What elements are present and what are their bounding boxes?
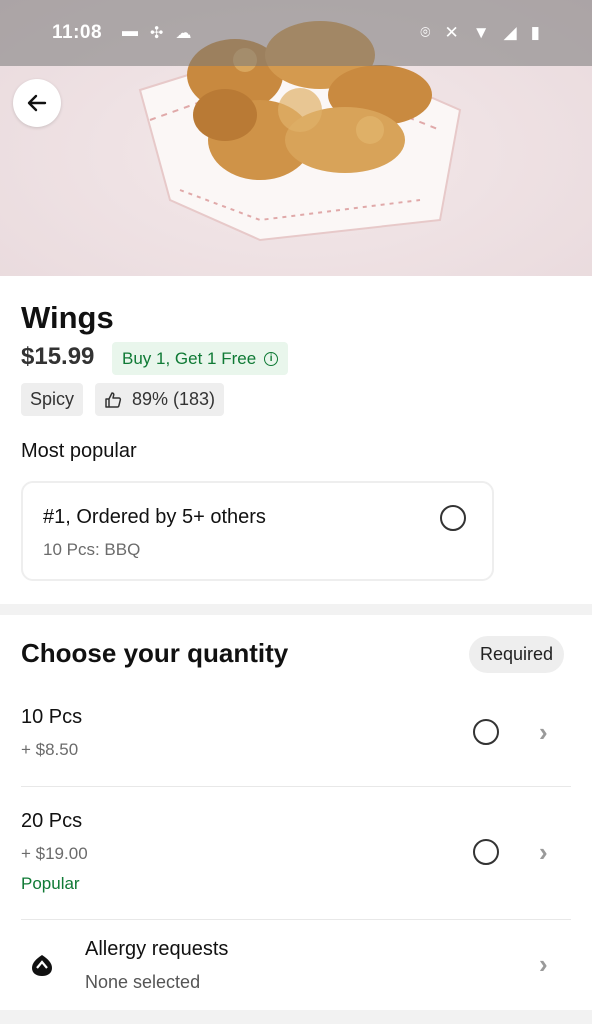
option-price: + $19.00: [21, 844, 88, 863]
popular-card-title: #1, Ordered by 5+ others: [43, 506, 266, 528]
allergy-icon: [32, 955, 52, 976]
tag-spicy-label: Spicy: [30, 389, 75, 409]
item-price: $15.99: [21, 343, 95, 370]
quantity-title: Choose your quantity: [21, 638, 289, 668]
quantity-option-10[interactable]: 10 Pcs + $8.50 ›: [21, 704, 571, 784]
wifi-icon: ▼: [472, 23, 490, 42]
chevron-right-icon[interactable]: ›: [539, 717, 548, 748]
chevron-right-icon[interactable]: ›: [539, 837, 548, 868]
quantity-option-20[interactable]: 20 Pcs + $19.00 Popular ›: [21, 808, 571, 908]
option-name: 20 Pcs: [21, 810, 83, 832]
allergy-subtitle: None selected: [85, 972, 201, 992]
status-time: 11:08: [52, 22, 103, 43]
popular-radio-icon[interactable]: [440, 505, 466, 531]
mute-icon: ✕: [444, 23, 459, 42]
info-icon[interactable]: i: [264, 351, 279, 366]
popular-badge: Popular: [21, 874, 80, 893]
status-bar: 11:08 ▬ ✣ ☁ ⌾ ✕ ▼ ◢ ▮: [0, 0, 592, 66]
signal-icon: ◢: [503, 23, 517, 42]
allergy-title[interactable]: Allergy requests: [85, 938, 228, 961]
tag-rating-label: 89% (183): [132, 389, 216, 409]
item-title: Wings: [21, 300, 114, 335]
location-icon: ⌾: [420, 23, 431, 42]
chevron-right-icon[interactable]: ›: [539, 949, 548, 980]
popular-card-subtitle: 10 Pcs: BBQ: [43, 540, 141, 559]
back-button[interactable]: [13, 79, 61, 127]
option-price: + $8.50: [21, 740, 79, 759]
tag-rating: 89% (183): [95, 383, 225, 416]
hero-image: 11:08 ▬ ✣ ☁ ⌾ ✕ ▼ ◢ ▮: [0, 0, 592, 276]
cloud-icon: ☁: [175, 25, 192, 42]
promo-badge[interactable]: Buy 1, Get 1 Free i: [112, 342, 289, 375]
section-divider: [0, 604, 592, 615]
promo-label: Buy 1, Get 1 Free: [122, 348, 257, 368]
option-name: 10 Pcs: [21, 706, 83, 728]
thumbs-up-icon: [105, 391, 122, 408]
option-divider: [21, 919, 571, 920]
option-divider: [21, 786, 571, 787]
battery-icon: ▮: [530, 23, 540, 42]
option-radio-icon[interactable]: [473, 719, 499, 745]
tag-spicy: Spicy: [21, 383, 84, 416]
required-badge: Required: [469, 636, 565, 673]
back-arrow-icon: [27, 94, 47, 112]
fan-icon: ✣: [150, 25, 164, 42]
bottom-divider: [0, 1010, 592, 1024]
most-popular-card[interactable]: #1, Ordered by 5+ others 10 Pcs: BBQ: [21, 481, 494, 581]
notification-icon: ▬: [122, 23, 139, 40]
option-radio-icon[interactable]: [473, 839, 499, 865]
most-popular-label: Most popular: [21, 440, 137, 462]
